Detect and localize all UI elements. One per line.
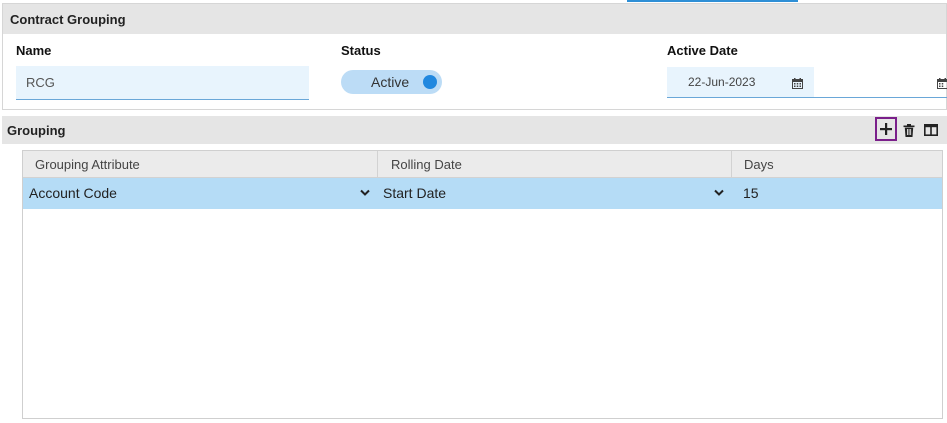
plus-icon	[880, 123, 892, 135]
column-header-rolling-date[interactable]: Rolling Date	[377, 151, 731, 178]
calendar-icon[interactable]	[937, 78, 947, 89]
active-date-label: Active Date	[667, 43, 738, 58]
chevron-down-icon[interactable]	[714, 189, 724, 197]
top-accent-line	[627, 0, 798, 2]
grouping-attribute-cell[interactable]: Account Code	[29, 178, 117, 209]
panel-title: Contract Grouping	[3, 4, 946, 34]
chevron-down-icon[interactable]	[360, 189, 370, 197]
status-toggle[interactable]: Active	[341, 70, 442, 94]
status-label: Status	[341, 43, 381, 58]
date-field-underline	[667, 97, 947, 98]
name-label: Name	[16, 43, 52, 58]
rolling-date-cell[interactable]: Start Date	[383, 178, 446, 209]
days-cell[interactable]: 15	[743, 178, 759, 209]
column-header-days[interactable]: Days	[731, 151, 774, 178]
calendar-icon[interactable]	[792, 78, 803, 89]
grouping-grid: Grouping Attribute Rolling Date Days Acc…	[22, 150, 943, 419]
table-row[interactable]: Account Code Start Date 15	[23, 178, 942, 209]
grouping-header: Grouping	[2, 116, 947, 144]
status-toggle-label: Active	[371, 74, 410, 90]
toggle-knob	[423, 75, 437, 89]
columns-button[interactable]	[921, 119, 941, 141]
delete-row-button[interactable]	[899, 119, 919, 141]
name-input[interactable]	[16, 66, 309, 100]
trash-icon	[903, 123, 915, 137]
active-date-value: 22-Jun-2023	[688, 75, 756, 89]
add-row-button[interactable]	[875, 117, 897, 141]
grouping-title: Grouping	[7, 123, 66, 138]
columns-icon	[924, 124, 938, 136]
grid-header: Grouping Attribute Rolling Date Days	[23, 151, 942, 178]
column-header-grouping-attribute[interactable]: Grouping Attribute	[35, 151, 140, 178]
